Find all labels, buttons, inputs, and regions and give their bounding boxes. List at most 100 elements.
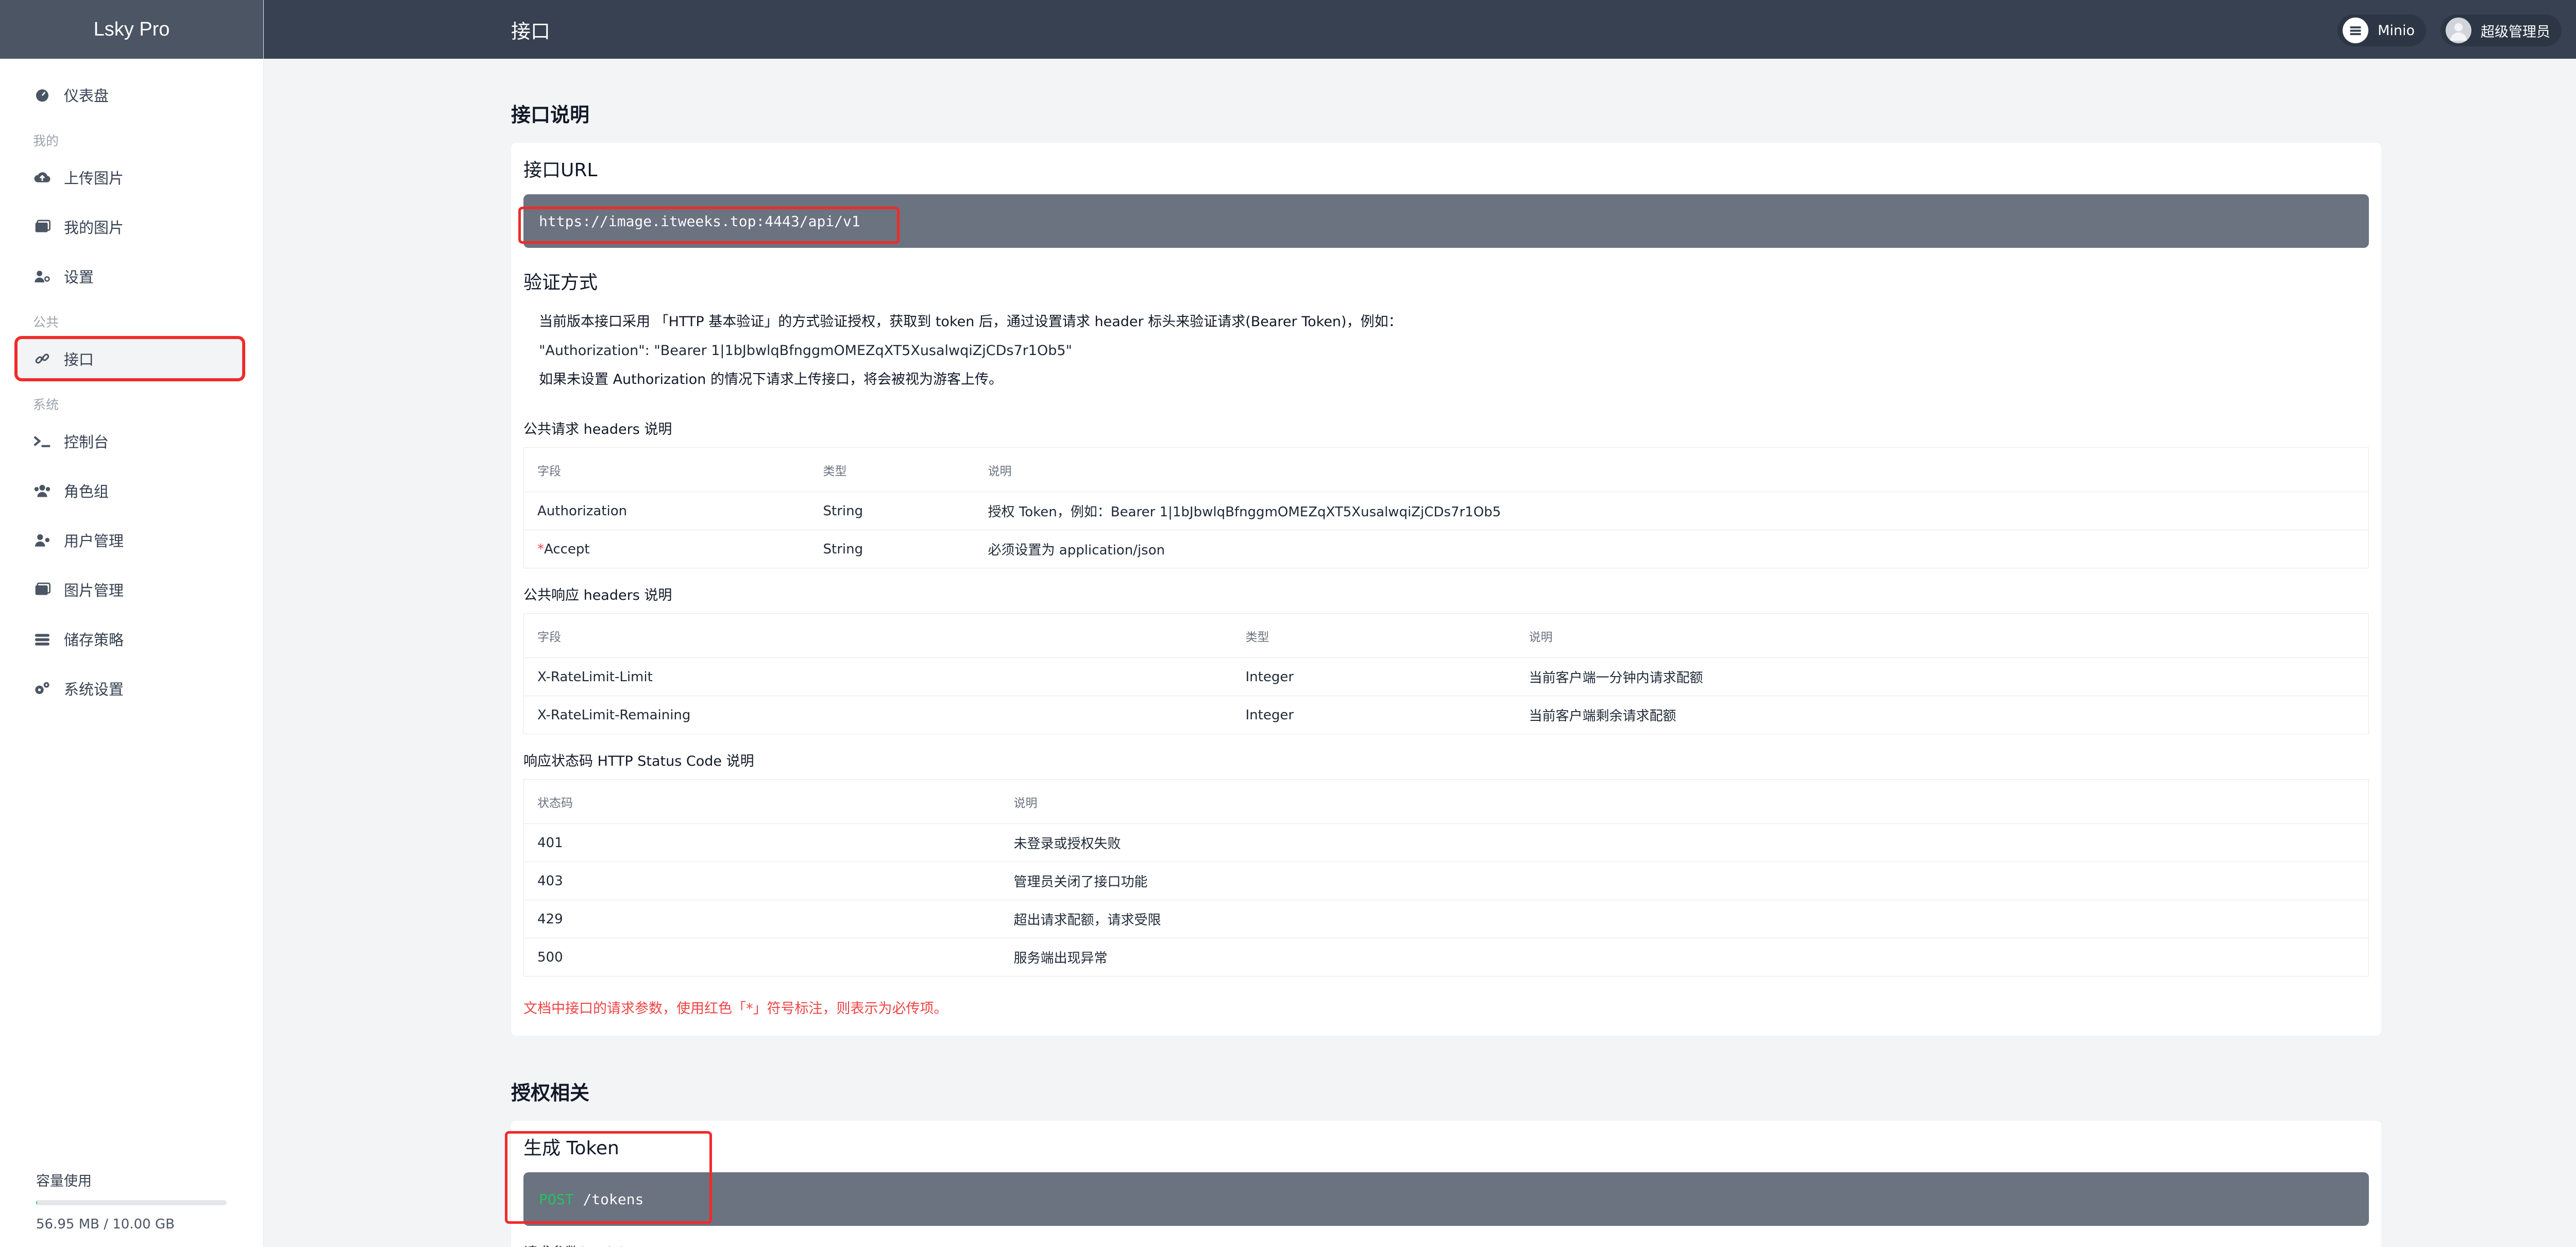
cell: 服务端出现异常 (1000, 938, 2369, 976)
user-gear-icon (32, 530, 53, 550)
user-name: 超级管理员 (2481, 24, 2550, 40)
sidebar-item-api[interactable]: 接口 (14, 336, 245, 381)
status-code-table: 状态码 说明 401 未登录或授权失败 403 管理员关闭了接口功能 429 超出请求… (523, 779, 2369, 976)
cell: X-RateLimit-Remaining (523, 696, 1232, 734)
endpoint-path: /tokens (583, 1190, 644, 1208)
cell: Integer (1232, 658, 1516, 696)
cell: 授权 Token，例如：Bearer 1|1bJbwlqBfnggmOMEZqX… (974, 492, 2369, 530)
auth-description: 当前版本接口采用 「HTTP 基本验证」的方式验证授权，获取到 token 后，… (523, 308, 2369, 394)
column-header: 说明 (1000, 779, 2369, 824)
section-label-system: 系统 (33, 397, 59, 412)
sidebar-item-label: 上传图片 (64, 170, 124, 187)
cell: 403 (523, 862, 1001, 900)
cell: Authorization (523, 492, 810, 530)
page-title: 接口 (511, 20, 551, 43)
cell: 429 (523, 900, 1001, 938)
sidebar-item-system-settings[interactable]: 系统设置 (16, 668, 247, 709)
cloud-upload-icon (32, 167, 53, 188)
cell: 500 (523, 938, 1001, 976)
sidebar-item-dashboard[interactable]: 仪表盘 (16, 74, 247, 115)
terminal-icon (32, 431, 53, 451)
sidebar-item-my-images[interactable]: 我的图片 (16, 206, 247, 247)
sidebar-item-storage[interactable]: 储存策略 (16, 618, 247, 660)
storage-strategy-label: Minio (2378, 22, 2415, 39)
topbar-actions: Minio 超级管理员 (2337, 14, 2562, 46)
capacity-bar (36, 1200, 227, 1205)
cell-text: Accept (544, 541, 590, 557)
sidebar-item-roles[interactable]: 角色组 (16, 470, 247, 511)
sidebar-item-settings[interactable]: 设置 (16, 256, 247, 297)
dashboard-icon (32, 85, 53, 105)
column-header: 类型 (809, 447, 975, 492)
table-row: 429 超出请求配额，请求受限 (523, 900, 2369, 938)
url-heading: 接口URL (523, 160, 598, 181)
table-row: 403 管理员关闭了接口功能 (523, 862, 2369, 900)
sidebar-item-label: 控制台 (64, 433, 109, 451)
cell: String (809, 530, 975, 568)
status-code-label: 响应状态码 HTTP Status Code 说明 (523, 753, 754, 769)
main-content: 接口说明 接口URL https://image.itweeks.top:444… (505, 59, 2381, 1247)
capacity-value: 56.95 MB / 10.00 GB (36, 1217, 175, 1232)
cell: String (809, 492, 975, 530)
column-header: 字段 (523, 447, 810, 492)
required-mark: * (537, 541, 544, 557)
menu-icon (2343, 18, 2369, 43)
table-row: 401 未登录或授权失败 (523, 823, 2369, 862)
column-header: 字段 (523, 613, 1232, 658)
request-headers-label: 公共请求 headers 说明 (523, 422, 672, 437)
token-card: 生成 Token POST /tokens 请求参数(Body) (505, 1121, 2381, 1247)
token-heading: 生成 Token (523, 1138, 619, 1159)
cell: 管理员关闭了接口功能 (1000, 862, 2369, 900)
column-header: 状态码 (523, 779, 1001, 824)
sidebar-item-label: 我的图片 (64, 219, 124, 237)
storage-strategy-button[interactable]: Minio (2337, 14, 2426, 46)
cell: 当前客户端剩余请求配额 (1515, 696, 2369, 734)
auth-line-2: "Authorization": "Bearer 1|1bJbwlqBfnggm… (539, 343, 1072, 359)
table-row: X-RateLimit-Remaining Integer 当前客户端剩余请求配… (523, 696, 2369, 734)
cell: 必须设置为 application/json (974, 530, 2369, 568)
sidebar-item-label: 图片管理 (64, 582, 124, 599)
images-icon (32, 216, 53, 237)
brand-logo[interactable]: Lsky Pro (0, 0, 263, 59)
sidebar-item-console[interactable]: 控制台 (16, 420, 247, 462)
column-header: 说明 (974, 447, 2369, 492)
token-endpoint-code[interactable]: POST /tokens (523, 1172, 2369, 1226)
http-method: POST (539, 1190, 574, 1208)
sidebar: Lsky Pro 仪表盘 我的 上传图片 我的图片 设置 公共 接口 系统 控制… (0, 0, 264, 1247)
cell: X-RateLimit-Limit (523, 658, 1232, 696)
api-url-code[interactable]: https://image.itweeks.top:4443/api/v1 (518, 194, 2369, 248)
sidebar-nav: 仪表盘 我的 上传图片 我的图片 设置 公共 接口 系统 控制台 角色组 用户管… (0, 59, 263, 709)
cell: *Accept (523, 530, 810, 568)
response-headers-label: 公共响应 headers 说明 (523, 587, 672, 603)
sidebar-item-label: 系统设置 (64, 681, 124, 698)
sidebar-item-label: 角色组 (64, 483, 109, 500)
sidebar-item-label: 仪表盘 (64, 87, 109, 105)
capacity-usage: 容量使用 56.95 MB / 10.00 GB (36, 1170, 227, 1232)
auth-heading: 验证方式 (523, 272, 598, 293)
sidebar-item-upload[interactable]: 上传图片 (16, 157, 247, 198)
cell: Integer (1232, 696, 1516, 734)
column-header: 类型 (1232, 613, 1516, 658)
user-cog-icon (32, 266, 53, 287)
request-headers-table: 字段 类型 说明 Authorization String 授权 Token，例… (523, 447, 2369, 568)
cell: 未登录或授权失败 (1000, 823, 2369, 862)
api-url-text: https://image.itweeks.top:4443/api/v1 (539, 212, 860, 230)
body-params-label: 请求参数(Body) (523, 1241, 2369, 1247)
table-row: 500 服务端出现异常 (523, 938, 2369, 976)
user-menu-button[interactable]: 超级管理员 (2441, 14, 2562, 46)
sidebar-item-label: 设置 (64, 268, 94, 286)
auth-line-1: 当前版本接口采用 「HTTP 基本验证」的方式验证授权，获取到 token 后，… (539, 314, 1402, 330)
auth-line-3: 如果未设置 Authorization 的情况下请求上传接口，将会被视为游客上传… (539, 372, 1003, 387)
sidebar-item-label: 用户管理 (64, 532, 124, 550)
capacity-label: 容量使用 (36, 1173, 92, 1189)
sidebar-item-image-manage[interactable]: 图片管理 (16, 569, 247, 610)
api-doc-card: 接口URL https://image.itweeks.top:4443/api… (511, 143, 2381, 1036)
column-header: 说明 (1515, 613, 2369, 658)
sidebar-item-users[interactable]: 用户管理 (16, 519, 247, 561)
sidebar-item-label: 储存策略 (64, 631, 124, 649)
required-note: 文档中接口的请求参数，使用红色「*」符号标注，则表示为必传项。 (523, 1001, 948, 1017)
sidebar-item-label: 接口 (64, 351, 94, 368)
table-row: *Accept String 必须设置为 application/json (523, 530, 2369, 568)
cogs-icon (32, 678, 53, 699)
database-icon (32, 629, 53, 649)
